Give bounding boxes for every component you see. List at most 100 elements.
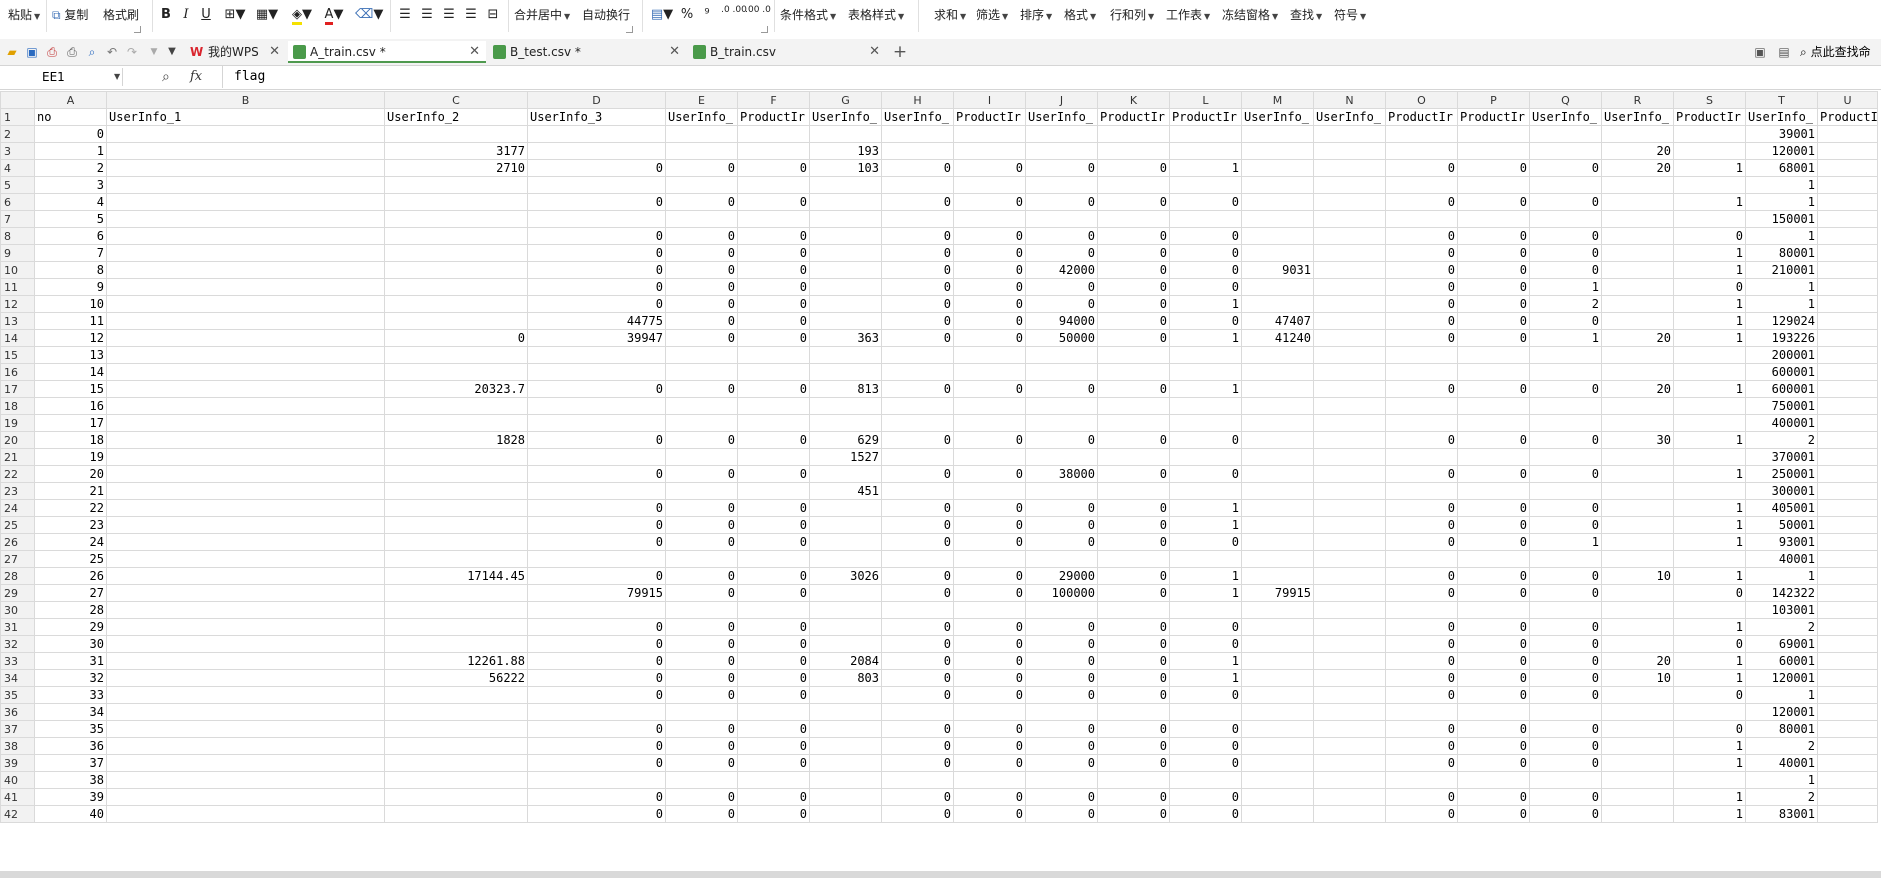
cell[interactable]: 0 [1025,193,1098,211]
cell[interactable] [1529,482,1602,500]
cell[interactable]: 0 [665,159,738,177]
cell[interactable]: 0 [665,720,738,738]
cell[interactable] [809,686,882,704]
cell[interactable]: 0 [1385,193,1458,211]
cell[interactable] [1241,516,1314,534]
cell[interactable]: 30 [1601,431,1674,449]
cell[interactable]: 69001 [1745,635,1818,653]
row-header[interactable]: 13 [0,312,35,330]
cell[interactable]: 10 [34,295,107,313]
cell[interactable]: 11 [34,312,107,330]
cell[interactable]: 0 [1457,533,1530,551]
cell[interactable]: 18 [34,431,107,449]
cell[interactable]: 20 [1601,142,1674,160]
cell[interactable]: 0 [527,669,666,687]
cell[interactable] [527,142,666,160]
row-header[interactable]: 38 [0,737,35,755]
cell[interactable]: 0 [953,618,1026,636]
cell[interactable]: 0 [527,227,666,245]
cell[interactable]: 0 [881,499,954,517]
cell[interactable]: 2710 [384,159,528,177]
cell[interactable]: 0 [953,720,1026,738]
row-header[interactable]: 40 [0,771,35,789]
cell[interactable] [1313,720,1386,738]
cell[interactable]: 0 [953,533,1026,551]
cell[interactable]: 120001 [1745,669,1818,687]
cell[interactable]: 0 [665,533,738,551]
cell[interactable]: 0 [527,278,666,296]
cell[interactable] [106,567,385,585]
cell[interactable]: 0 [1385,431,1458,449]
cell[interactable]: 1 [1673,244,1746,262]
cell[interactable] [1673,482,1746,500]
cell[interactable] [1817,533,1878,551]
close-icon[interactable]: ✕ [869,41,880,63]
cell[interactable] [1601,176,1674,194]
cell[interactable]: 0 [1025,516,1098,534]
cell[interactable] [1457,176,1530,194]
cell[interactable]: 0 [1097,278,1170,296]
row-header[interactable]: 32 [0,635,35,653]
cell[interactable] [384,584,528,602]
cell[interactable] [1601,125,1674,143]
row-header[interactable]: 18 [0,397,35,415]
cell[interactable]: 0 [527,652,666,670]
cell[interactable] [1025,550,1098,568]
cell[interactable] [1241,227,1314,245]
cell[interactable] [1601,720,1674,738]
cell[interactable]: 0 [1457,227,1530,245]
cell[interactable] [1313,329,1386,347]
cell[interactable]: 300001 [1745,482,1818,500]
cell[interactable] [1601,346,1674,364]
cell[interactable]: 0 [953,227,1026,245]
cell[interactable]: 0 [1385,261,1458,279]
cell[interactable] [809,533,882,551]
cell[interactable]: 0 [1457,635,1530,653]
cell[interactable] [1241,346,1314,364]
cell[interactable] [1025,346,1098,364]
cell[interactable]: 0 [1457,465,1530,483]
cell[interactable]: 0 [737,686,810,704]
row-header[interactable]: 24 [0,499,35,517]
row-header[interactable]: 34 [0,669,35,687]
cell[interactable]: 0 [881,805,954,823]
cell[interactable]: 14 [34,363,107,381]
cell[interactable] [1817,278,1878,296]
cell[interactable]: 0 [1025,635,1098,653]
cell[interactable] [1457,448,1530,466]
cell[interactable]: 0 [1529,618,1602,636]
close-icon[interactable]: ✕ [669,41,680,63]
cell[interactable] [665,142,738,160]
header-cell[interactable]: ProductI [1817,108,1878,126]
cell[interactable]: 0 [1385,567,1458,585]
cell[interactable]: 1 [1673,754,1746,772]
header-cell[interactable]: UserInfo_ [1745,108,1818,126]
cell[interactable] [1241,414,1314,432]
cell[interactable] [1817,652,1878,670]
cell[interactable] [1097,482,1170,500]
cell[interactable] [1601,465,1674,483]
cell[interactable] [1241,193,1314,211]
cell[interactable]: 0 [1529,244,1602,262]
cell[interactable]: 0 [1097,312,1170,330]
cell[interactable]: 0 [1529,669,1602,687]
cell[interactable]: 3026 [809,567,882,585]
header-cell[interactable]: UserInfo_ [881,108,954,126]
cell[interactable]: 94000 [1025,312,1098,330]
cell[interactable] [106,754,385,772]
cell[interactable]: 0 [1025,159,1098,177]
tab-b-test[interactable]: B_test.csv * ✕ [488,41,686,63]
row-header[interactable]: 22 [0,465,35,483]
cell[interactable] [1097,448,1170,466]
cell[interactable]: 0 [1457,516,1530,534]
cell[interactable]: 0 [665,312,738,330]
cell[interactable] [809,584,882,602]
cell[interactable] [106,771,385,789]
cell[interactable] [1601,193,1674,211]
cell[interactable] [1529,703,1602,721]
cell[interactable] [1673,125,1746,143]
cell[interactable]: 35 [34,720,107,738]
cell[interactable]: 0 [1025,227,1098,245]
cell[interactable] [1025,601,1098,619]
cell[interactable] [665,346,738,364]
